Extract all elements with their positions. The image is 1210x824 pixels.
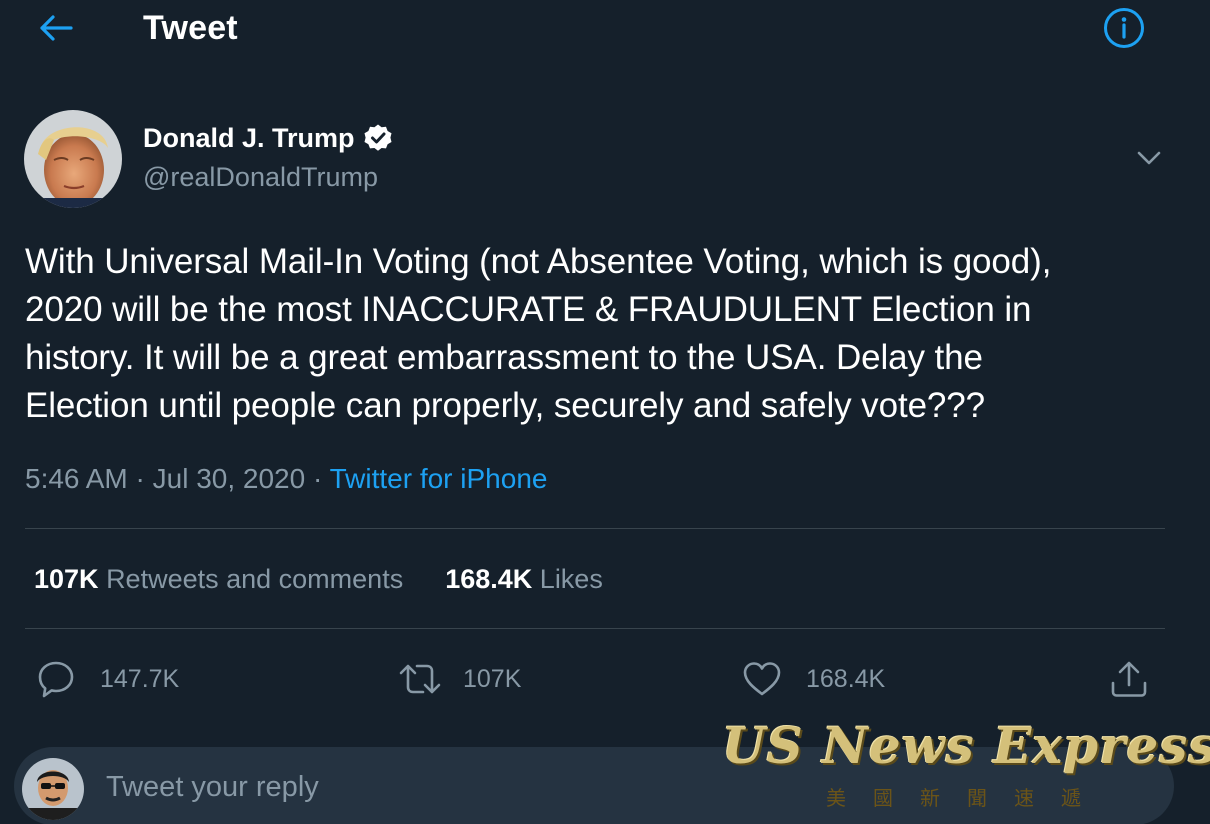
share-button[interactable] xyxy=(1109,656,1149,702)
retweet-icon xyxy=(399,664,441,694)
author-photo xyxy=(24,110,122,208)
tweet-time[interactable]: 5:46 AM xyxy=(25,463,128,494)
author-name-row: Donald J. Trump xyxy=(143,120,393,156)
user-photo xyxy=(22,758,84,820)
watermark-subtitle: 美國新聞速遞 xyxy=(826,788,1108,810)
author-handle[interactable]: @realDonaldTrump xyxy=(143,160,378,194)
watermark-title: US News Express xyxy=(722,716,1210,775)
likes-stat-count: 168.4K xyxy=(445,564,533,594)
user-avatar[interactable] xyxy=(22,758,84,820)
info-icon xyxy=(1104,8,1144,48)
reply-placeholder: Tweet your reply xyxy=(106,771,319,803)
heart-icon xyxy=(743,662,781,696)
reply-button[interactable]: 147.7K xyxy=(36,656,179,702)
header-bar: Tweet xyxy=(0,0,1210,56)
likes-stat[interactable]: 168.4K Likes xyxy=(445,560,603,598)
watermark-logo: US News Express 美國新聞速遞 xyxy=(722,716,1210,816)
retweet-count: 107K xyxy=(463,664,522,693)
share-icon xyxy=(1111,661,1147,697)
arrow-left-icon xyxy=(40,15,73,41)
tweet-date[interactable]: Jul 30, 2020 xyxy=(153,463,306,494)
like-button[interactable]: 168.4K xyxy=(742,656,885,702)
divider xyxy=(25,628,1165,629)
tweet-text: With Universal Mail-In Voting (not Absen… xyxy=(25,242,1052,425)
retweets-stat-count: 107K xyxy=(34,564,99,594)
page-title: Tweet xyxy=(143,9,238,47)
more-options-button[interactable] xyxy=(1132,143,1166,173)
author-name[interactable]: Donald J. Trump xyxy=(143,120,355,156)
tweet-source-link[interactable]: Twitter for iPhone xyxy=(330,463,548,494)
verified-badge-icon xyxy=(364,124,392,151)
tweet-meta: 5:46 AM · Jul 30, 2020 · Twitter for iPh… xyxy=(25,460,547,498)
back-button[interactable] xyxy=(36,10,76,46)
info-button[interactable] xyxy=(1103,7,1145,49)
author-avatar[interactable] xyxy=(24,110,122,208)
meta-separator: · xyxy=(135,463,145,494)
likes-stat-label: Likes xyxy=(539,564,603,594)
chevron-down-icon xyxy=(1137,151,1161,165)
retweets-stat-label: Retweets and comments xyxy=(106,564,404,594)
comment-icon xyxy=(38,661,74,698)
reply-count: 147.7K xyxy=(100,664,180,693)
tweet-detail-screen: Tweet Donald J. Trump @realDonaldTrump W… xyxy=(0,0,1210,824)
divider xyxy=(25,528,1165,529)
retweets-stat[interactable]: 107K Retweets and comments xyxy=(34,560,403,598)
tweet-stats: 107K Retweets and comments 168.4K Likes xyxy=(34,560,603,598)
like-count: 168.4K xyxy=(806,664,886,693)
meta-separator: · xyxy=(312,463,323,494)
retweet-button[interactable]: 107K xyxy=(397,656,521,702)
